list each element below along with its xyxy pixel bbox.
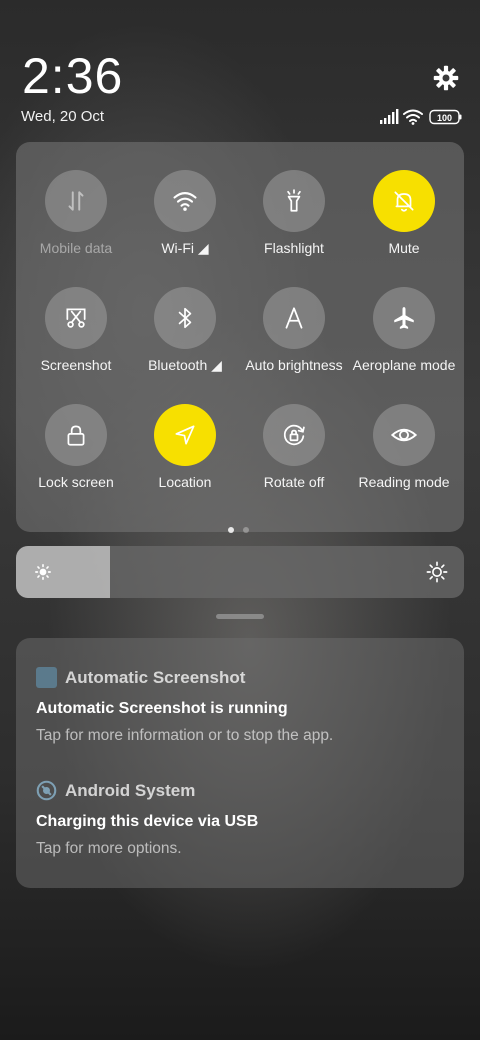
tile-label: Aeroplane mode: [352, 357, 456, 373]
tile-label: Auto brightness: [245, 357, 343, 373]
notification-app-header: Android System: [36, 780, 195, 801]
date[interactable]: Wed, 20 Oct: [21, 108, 104, 125]
tile-mute-button[interactable]: [373, 170, 435, 232]
tile-flashlight[interactable]: Flashlight: [239, 170, 349, 256]
mobile-data-icon: [68, 191, 84, 211]
drag-handle[interactable]: [216, 614, 264, 619]
tile-wifi[interactable]: Wi-Fi ◢: [130, 170, 240, 257]
notification-title[interactable]: Automatic Screenshot is running: [36, 700, 288, 718]
bell-off-icon: [394, 191, 414, 212]
tile-screenshot[interactable]: Screenshot: [21, 287, 131, 373]
bluetooth-icon: [178, 307, 192, 329]
notification-text[interactable]: Tap for more information or to stop the …: [36, 727, 333, 745]
tile-location[interactable]: Location: [130, 404, 240, 490]
signal-icon: [380, 109, 399, 124]
location-icon: [175, 425, 195, 445]
page-dot-active: [228, 527, 234, 533]
sun-low-icon: [35, 564, 51, 580]
tile-label: Rotate off: [263, 474, 325, 490]
tile-screenshot-button[interactable]: [45, 287, 107, 349]
tile-reading-mode-button[interactable]: [373, 404, 435, 466]
tile-label: Location: [158, 474, 212, 490]
app-square-icon: [36, 667, 57, 688]
airplane-icon: [394, 307, 414, 329]
gear-icon[interactable]: [432, 64, 460, 92]
android-system-icon: [36, 780, 57, 801]
wifi-icon: [173, 192, 197, 211]
notification-app-header: Automatic Screenshot: [36, 667, 245, 688]
tile-mute[interactable]: Mute: [349, 170, 459, 256]
battery-level: 100: [437, 113, 452, 123]
tile-mobile-data[interactable]: Mobile data: [21, 170, 131, 256]
quick-settings-panel: Mobile data Wi-Fi ◢ Flashlight Mute Scre…: [16, 142, 464, 532]
tile-mobile-data-button[interactable]: [45, 170, 107, 232]
auto-brightness-icon: [285, 307, 303, 329]
tile-label: Bluetooth ◢: [148, 357, 222, 373]
brightness-slider-fill[interactable]: [16, 546, 111, 598]
tile-wifi-button[interactable]: [154, 170, 216, 232]
sun-high-icon: [426, 561, 448, 583]
tile-label: Wi-Fi ◢: [161, 240, 209, 256]
flashlight-icon: [287, 189, 301, 212]
tile-location-button[interactable]: [154, 404, 216, 466]
rotate-lock-icon: [283, 424, 305, 446]
tile-bluetooth-button[interactable]: [154, 287, 216, 349]
tile-label: Mute: [388, 240, 420, 256]
tile-label: Flashlight: [264, 240, 324, 256]
status-icons: 100: [380, 109, 462, 125]
tile-label: Screenshot: [40, 357, 112, 373]
tile-rotate-off[interactable]: Rotate off: [239, 404, 349, 490]
tile-rotate-off-button[interactable]: [263, 404, 325, 466]
tile-label: Mobile data: [39, 240, 113, 256]
tile-auto-brightness-button[interactable]: [263, 287, 325, 349]
tile-auto-brightness[interactable]: Auto brightness: [239, 287, 349, 373]
tile-label: Lock screen: [38, 474, 114, 490]
notification-app-name: Automatic Screenshot: [65, 667, 246, 687]
notification-text[interactable]: Tap for more options.: [36, 840, 182, 858]
tile-aeroplane-mode[interactable]: Aeroplane mode: [349, 287, 459, 373]
lock-icon: [67, 425, 85, 446]
screenshot-icon: [66, 308, 86, 328]
tile-bluetooth[interactable]: Bluetooth ◢: [130, 287, 240, 374]
notification-title[interactable]: Charging this device via USB: [36, 813, 258, 831]
tile-lock-screen-button[interactable]: [45, 404, 107, 466]
tile-lock-screen[interactable]: Lock screen: [21, 404, 131, 490]
tile-aeroplane-mode-button[interactable]: [373, 287, 435, 349]
tile-reading-mode[interactable]: Reading mode: [349, 404, 459, 490]
clock[interactable]: 2:36: [22, 48, 123, 104]
notification-app-name: Android System: [65, 780, 196, 800]
wifi-icon: [403, 109, 423, 122]
tile-label: Reading mode: [358, 474, 450, 490]
notification-card[interactable]: Automatic Screenshot Automatic Screensho…: [16, 638, 464, 888]
eye-icon: [390, 428, 418, 442]
brightness-slider[interactable]: [16, 546, 464, 598]
page-indicator: [228, 520, 258, 538]
page-dot: [243, 527, 249, 533]
tile-flashlight-button[interactable]: [263, 170, 325, 232]
